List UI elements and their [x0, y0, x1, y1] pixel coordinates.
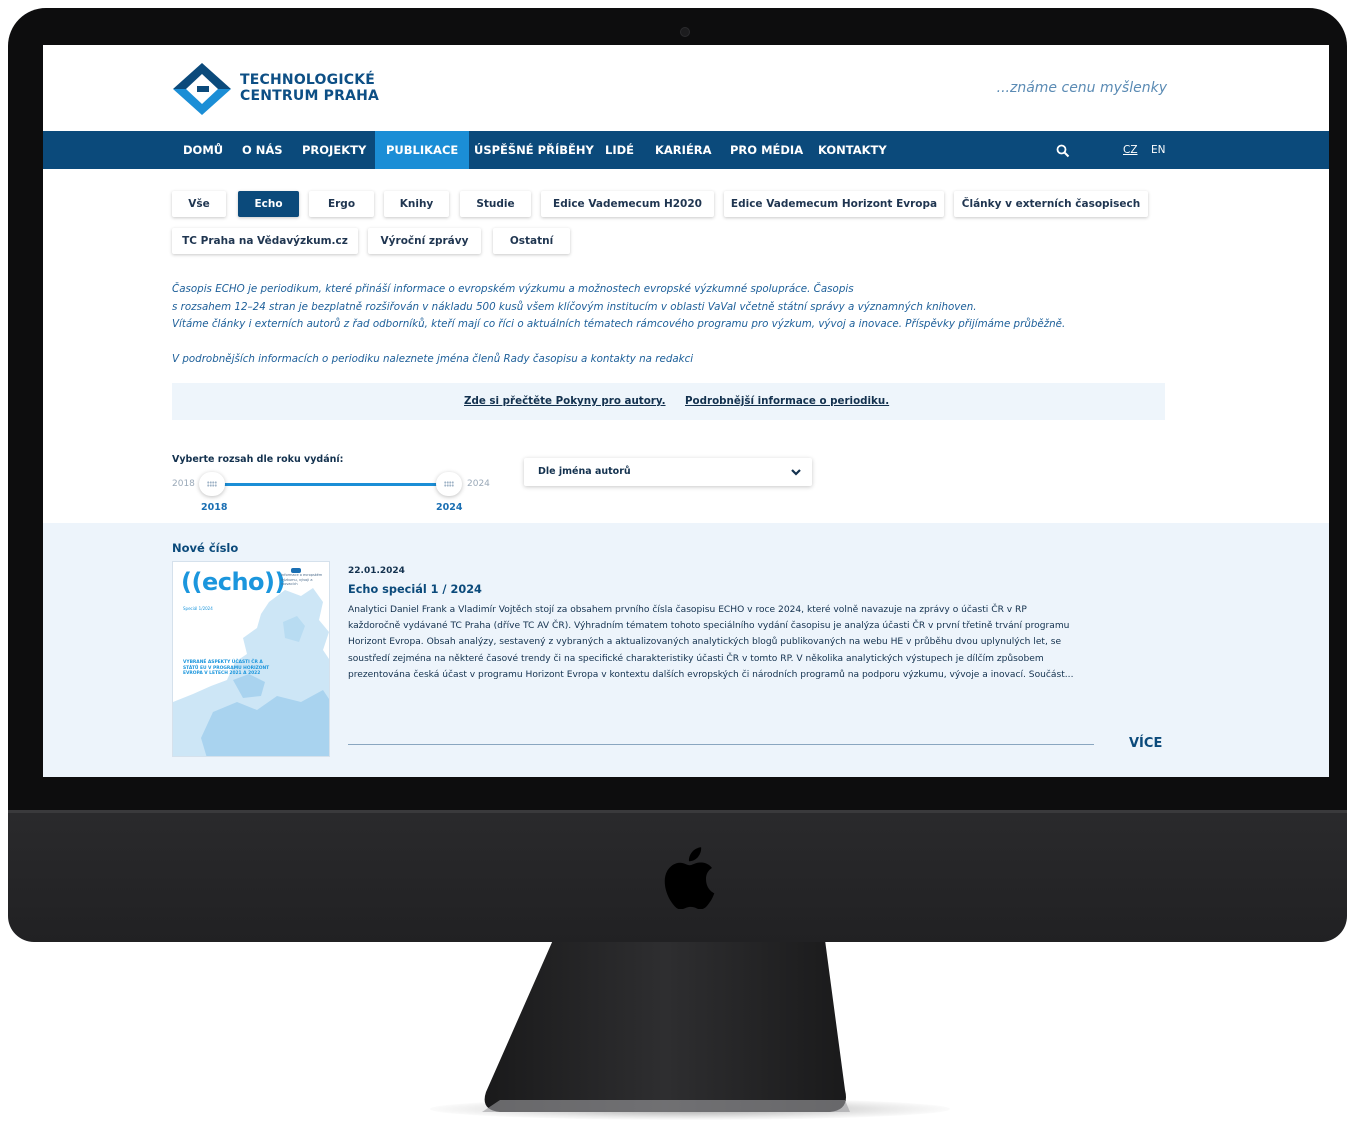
nav-item-publikace[interactable]: PUBLIKACE: [375, 131, 470, 169]
info-links-box: Zde si přečtěte Pokyny pro autory. Podro…: [172, 383, 1165, 420]
tc-logo-icon[interactable]: [173, 63, 231, 115]
filter-vse-button[interactable]: Vše: [172, 191, 226, 217]
nav-item-pro-media[interactable]: PRO MÉDIA: [719, 131, 814, 169]
camera-icon: [680, 27, 690, 37]
nav-item-projekty[interactable]: PROJEKTY: [291, 131, 377, 169]
cover-heading: VYBRANÉ ASPEKTY ÚČASTI ČR A STÁTŮ EU V P…: [183, 660, 270, 677]
brand-name[interactable]: TECHNOLOGICKÉ CENTRUM PRAHA: [240, 72, 379, 104]
search-icon[interactable]: [1056, 144, 1070, 158]
nav-item-uspesne-pribehy[interactable]: ÚSPĚŠNÉ PŘÍBĚHY: [463, 131, 605, 169]
issue-date: 22.01.2024: [348, 566, 405, 576]
year-range-label: Vyberte rozsah dle roku vydání:: [172, 454, 344, 465]
nav-item-domu[interactable]: DOMŮ: [172, 131, 234, 169]
issue-text-line: soustředí zejména na některé časové tren…: [348, 653, 1044, 664]
issue-divider: [348, 744, 1094, 745]
year-range-from-value: 2018: [201, 502, 228, 513]
main-navigation: DOMŮ O NÁS PROJEKTY PUBLIKACE ÚSPĚŠNÉ PŘ…: [43, 131, 1329, 169]
filter-knihy-button[interactable]: Knihy: [384, 191, 449, 217]
periodical-details-link[interactable]: Podrobnější informace o periodiku.: [685, 383, 889, 420]
brand-name-line2: CENTRUM PRAHA: [240, 88, 380, 104]
filter-ergo-button[interactable]: Ergo: [309, 191, 374, 217]
filter-vademecum-h2020-button[interactable]: Edice Vademecum H2020: [541, 191, 714, 217]
filter-vyrocni-zpravy-button[interactable]: Výroční zprávy: [368, 228, 481, 254]
imac-mockup: TECHNOLOGICKÉ CENTRUM PRAHA ...známe cen…: [0, 0, 1347, 1128]
year-range-to-value: 2024: [436, 502, 463, 513]
intro-line-3: Vítáme články i externích autorů z řad o…: [172, 318, 1066, 330]
browser-viewport: TECHNOLOGICKÉ CENTRUM PRAHA ...známe cen…: [43, 45, 1329, 777]
intro-line-4: V podrobnějších informacích o periodiku …: [172, 352, 694, 365]
author-select[interactable]: Dle jména autorů: [524, 458, 812, 486]
author-select-value: Dle jména autorů: [538, 466, 631, 477]
issue-text-line: každoročně vydávané TC Praha (dříve TC A…: [348, 621, 1070, 632]
chevron-down-icon: [791, 469, 801, 476]
new-issue-heading: Nové číslo: [172, 541, 239, 555]
grip-icon: [444, 481, 454, 487]
echo-intro-text: Časopis ECHO je periodikum, které přináš…: [172, 281, 1182, 368]
lang-en-link[interactable]: EN: [1151, 131, 1166, 169]
nav-item-o-nas[interactable]: O NÁS: [231, 131, 294, 169]
filter-externi-casopisy-button[interactable]: Články v externích časopisech: [954, 191, 1148, 217]
year-range-min: 2018: [172, 479, 195, 489]
cover-echo-wordmark: ((echo)): [181, 568, 285, 596]
filter-vedavyzkum-button[interactable]: TC Praha na Vědavýzkum.cz: [172, 228, 358, 254]
intro-line-1: Časopis ECHO je periodikum, které přináš…: [172, 283, 854, 295]
year-range-to-handle[interactable]: [436, 472, 462, 496]
site-header: TECHNOLOGICKÉ CENTRUM PRAHA ...známe cen…: [43, 45, 1329, 131]
issue-description: Analytici Daniel Frank a Vladimír Vojtěc…: [348, 602, 1170, 683]
year-range-max: 2024: [467, 479, 490, 489]
more-link[interactable]: VÍCE: [1129, 736, 1162, 751]
tagline: ...známe cenu myšlenky: [996, 80, 1167, 96]
nav-item-kontakty[interactable]: KONTAKTY: [807, 131, 898, 169]
year-range-track[interactable]: [211, 483, 449, 486]
issue-text-line: prezentována česká účast v programu Hori…: [348, 669, 1074, 680]
filter-studie-button[interactable]: Studie: [460, 191, 531, 217]
apple-logo-icon: [664, 847, 715, 909]
issue-title[interactable]: Echo speciál 1 / 2024: [348, 583, 482, 596]
brand-name-line1: TECHNOLOGICKÉ: [240, 72, 376, 88]
nav-item-kariera[interactable]: KARIÉRA: [644, 131, 723, 169]
issue-text-line: Horizont Evropa. Obsah analýzy, sestaven…: [348, 637, 1062, 648]
issue-cover-image[interactable]: ((echo)) Informace o evropském výzkumu, …: [172, 561, 330, 757]
grip-icon: [207, 481, 217, 487]
lang-cz-link[interactable]: CZ: [1123, 131, 1138, 169]
intro-line-2: s rozsahem 12–24 stran je bezplatně rozš…: [172, 300, 977, 313]
chin-separator: [8, 810, 1347, 813]
filter-echo-button[interactable]: Echo: [238, 191, 299, 217]
filter-ostatni-button[interactable]: Ostatní: [493, 228, 570, 254]
cover-note: Informace o evropském výzkumu, vývoji a …: [281, 573, 323, 586]
filter-vademecum-horizont-evropa-button[interactable]: Edice Vademecum Horizont Evropa: [724, 191, 944, 217]
cover-subtitle: Speciál 1/2024: [183, 606, 213, 611]
nav-item-lide[interactable]: LIDÉ: [594, 131, 645, 169]
issue-text-line: Analytici Daniel Frank a Vladimír Vojtěc…: [348, 605, 1027, 615]
year-range-from-handle[interactable]: [199, 472, 225, 496]
author-guidelines-link[interactable]: Zde si přečtěte Pokyny pro autory.: [464, 383, 666, 420]
